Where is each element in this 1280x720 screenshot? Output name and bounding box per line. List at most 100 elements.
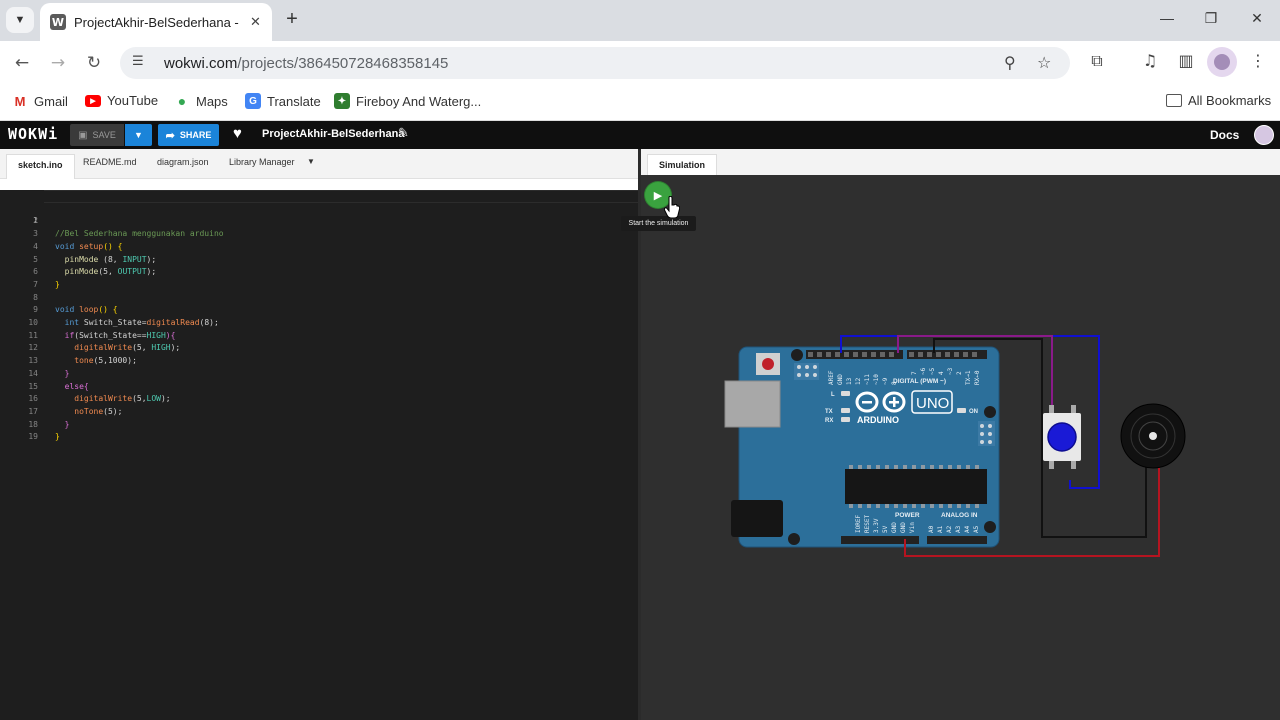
pushbutton[interactable] [1043,405,1081,469]
all-bookmarks[interactable]: All Bookmarks [1166,93,1271,108]
restore-button[interactable]: ❐ [1201,10,1221,27]
code-line: 15 digitalWrite(5,LOW); [28,381,171,404]
code-line: 17 } [28,406,70,429]
code-line: 2 [33,216,38,226]
code-editor[interactable]: 1 //Bel Sederhana menggunakan arduino 2 … [0,190,638,720]
rx-led [841,417,850,422]
start-simulation-tooltip: Start the simulation [621,216,696,231]
pin-label: RX←0 [974,370,981,385]
docs-link[interactable]: Docs [1210,128,1239,142]
tabs-menu-button[interactable]: ▼ [307,157,315,166]
chevron-down-icon: ▼ [134,130,143,140]
pin-label: 3.3V [873,518,880,533]
analog-header [927,536,987,544]
pencil-icon[interactable]: ✎ [398,126,409,141]
maps-pin-icon: ● [177,93,187,109]
forward-button[interactable]: → [46,51,70,75]
pin-label: A4 [964,525,971,533]
folder-icon [1166,94,1182,107]
pushbutton-cap[interactable] [1047,422,1077,452]
bookmark-gmail[interactable]: M Gmail [12,93,68,109]
digital-label: DIGITAL (PWM ~) [893,378,946,385]
l-led-label: L [831,392,835,398]
tab-library-manager[interactable]: Library Manager [229,157,295,167]
buzzer [1120,403,1186,469]
code-line: 7 [33,279,38,289]
hand-cursor-icon [664,196,680,218]
arduino-uno-board[interactable]: AREF GND 13 12 ~11 ~10 ~9 8 7 ~6 ~5 4 ~3… [724,346,1000,548]
tab-diagram-json[interactable]: diagram.json [157,157,209,167]
browser-tab[interactable]: W ProjectAkhir-BelSederhana - Wokwi ✕ [40,3,272,41]
bookmark-maps[interactable]: ● Maps [174,93,228,109]
wokwi-favicon-icon: W [50,14,66,30]
code-line: 10 if(Switch_State==HIGH){ [28,318,176,340]
power-header [841,536,919,544]
share-arrow-icon: ➦ [165,129,175,142]
pin-label-gnd: GND [837,374,844,385]
share-button[interactable]: ➦ SHARE [158,124,219,146]
save-disk-icon: ▣ [78,129,88,141]
bookmark-youtube[interactable]: ▶ YouTube [85,93,158,108]
user-avatar[interactable] [1254,125,1274,145]
project-name[interactable]: ProjectAkhir-BelSederhana [262,128,404,140]
pin-label: TX→1 [965,370,972,385]
pin-label: 2 [956,371,963,375]
profile-avatar[interactable] [1207,47,1237,77]
back-button[interactable]: ← [10,51,34,75]
code-line: 9 int Switch_State=digitalRead(8); [33,305,219,327]
zoom-icon[interactable]: ⚲ [1004,53,1016,72]
youtube-icon: ▶ [85,94,101,107]
tab-title: ProjectAkhir-BelSederhana - Wokwi [74,14,240,30]
menu-icon[interactable]: ⋮ [1246,51,1270,70]
code-line: 5 pinMode(5, OUTPUT); [33,254,157,277]
save-options-button[interactable]: ▼ [125,124,152,146]
pin-label-aref: AREF [828,370,835,385]
pin-label: ~9 [882,377,889,385]
window-close-button[interactable]: ✕ [1247,10,1267,27]
minimize-button[interactable]: — [1157,10,1177,26]
tx-led-label: TX [825,409,833,415]
atmega-chip [845,469,987,504]
pin-label: IOREF [855,515,862,533]
pin-label: 7 [911,371,918,375]
bookmark-fireboy[interactable]: ✦ Fireboy And Waterg... [334,93,481,109]
heart-icon[interactable]: ♥ [233,125,242,142]
pin-label: ~6 [920,367,927,375]
bookmark-translate[interactable]: G Translate [245,93,321,109]
editor-top-strip [0,179,640,190]
tab-sketch-ino[interactable]: sketch.ino [6,154,75,180]
save-button[interactable]: ▣ SAVE [70,124,124,146]
browser-tab-strip: ▼ W ProjectAkhir-BelSederhana - Wokwi ✕ … [0,0,1280,41]
translate-icon: G [245,93,261,109]
code-line: 19 [28,432,38,442]
tab-simulation[interactable]: Simulation [647,154,718,175]
tab-search-button[interactable]: ▼ [6,7,34,33]
site-info-icon[interactable]: ☰ [132,54,150,72]
bookmarks-bar: M Gmail ▶ YouTube ● Maps G Translate ✦ F… [0,85,1280,121]
tab-readme[interactable]: README.md [83,157,137,167]
pin-label: 5V [882,525,889,533]
l-led [841,391,850,396]
side-panel-icon[interactable]: ▥ [1174,51,1198,70]
address-bar[interactable]: ☰ wokwi.com/projects/386450728468358145 … [120,47,1070,79]
pin-label: GND [900,522,907,533]
extensions-icon[interactable]: ⧉ [1085,51,1109,71]
rx-led-label: RX [825,418,833,424]
close-icon[interactable]: ✕ [250,14,261,30]
reload-button[interactable]: ↻ [82,51,106,75]
pin-label: RESET [864,515,871,533]
pin-label: ~3 [947,367,954,375]
new-tab-button[interactable]: + [280,8,304,32]
wokwi-logo[interactable]: WOKWi [8,125,58,143]
pin-label: A2 [946,525,953,533]
pin-label: 4 [938,371,945,375]
code-line: 4 pinMode (8, INPUT); [33,241,157,264]
pin-label: A5 [973,525,980,533]
pin-label: A3 [955,525,962,533]
code-line: 12 tone(5,1000); [28,343,137,366]
usb-connector [724,380,781,428]
media-icon[interactable]: ♫ [1138,51,1162,70]
star-icon[interactable]: ☆ [1037,53,1051,72]
code-line: 1 //Bel Sederhana menggunakan arduino [0,190,638,238]
pin-label: Vin [909,522,916,533]
